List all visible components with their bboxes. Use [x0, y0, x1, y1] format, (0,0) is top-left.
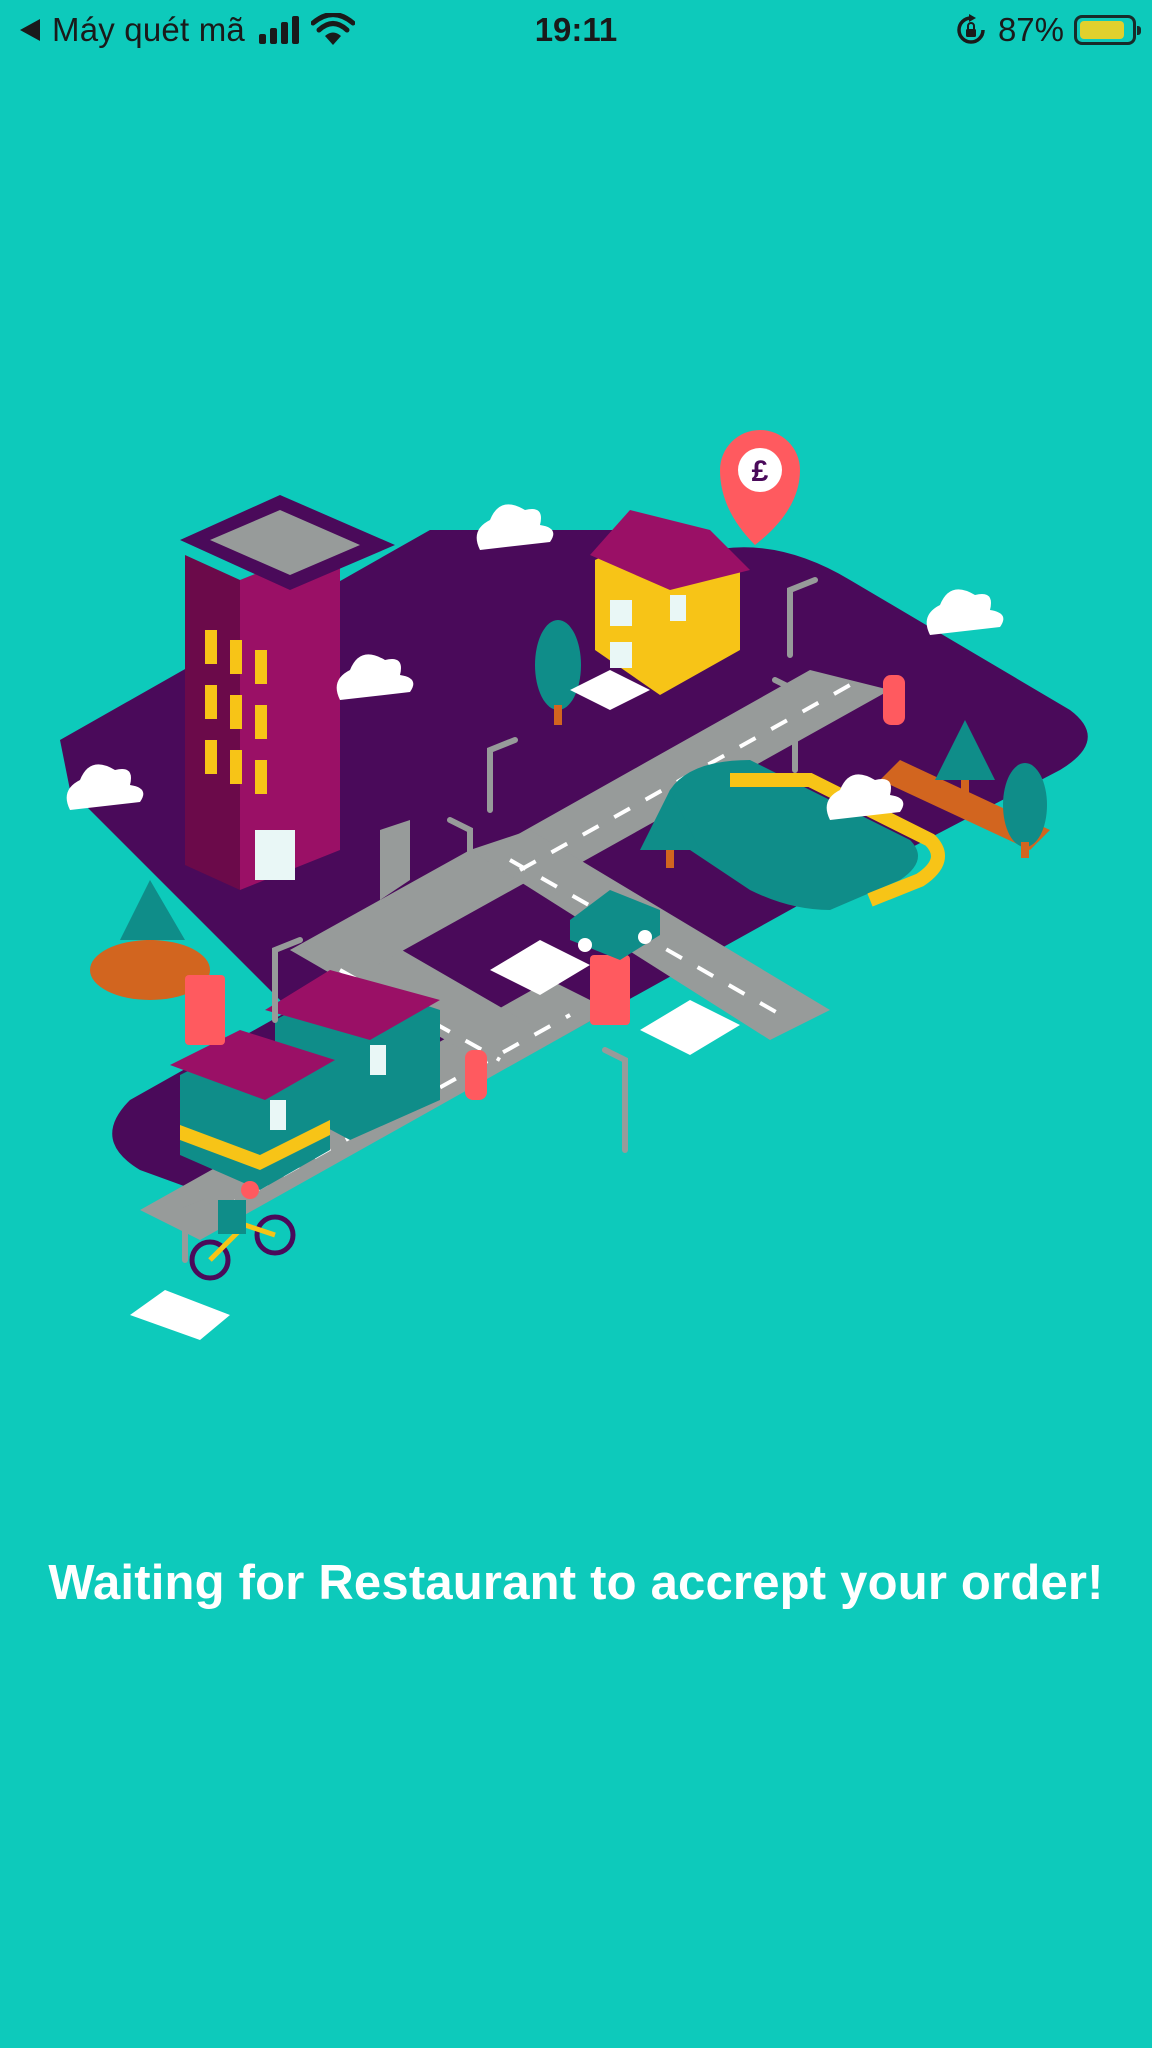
- city-delivery-illustration: £: [60, 430, 1088, 1340]
- pin-currency-symbol: £: [752, 455, 769, 488]
- road-end-crossing: [130, 1290, 230, 1340]
- battery-percent: 87%: [997, 11, 1064, 48]
- battery-icon: [1074, 15, 1141, 45]
- waiting-message: Waiting for Restaurant to accrept your o…: [48, 1556, 1104, 1610]
- location-pin-icon: £: [720, 430, 800, 545]
- status-bar: Máy quét mã 19:11 87%: [0, 0, 1152, 60]
- rotation-lock-icon: [957, 14, 985, 44]
